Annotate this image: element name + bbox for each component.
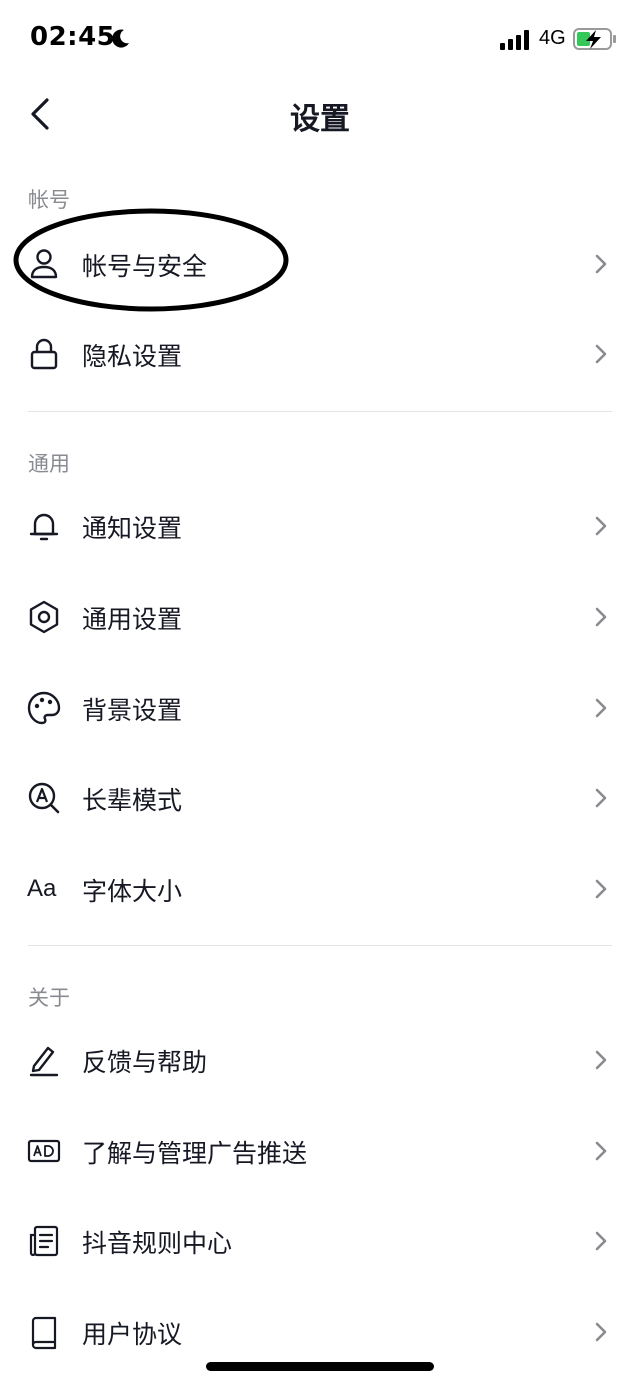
battery-charging-icon xyxy=(573,28,616,50)
settings-item-label: 通知设置 xyxy=(82,514,183,543)
settings-item-font-size[interactable]: Aa 字体大小 xyxy=(0,845,640,933)
section-divider xyxy=(28,945,612,946)
edit-icon xyxy=(29,1046,59,1077)
chevron-right-icon xyxy=(595,879,607,899)
chevron-right-icon xyxy=(595,1322,607,1342)
font-size-icon: Aa xyxy=(27,875,57,902)
signal-icon xyxy=(500,30,529,50)
settings-item-elder-mode[interactable]: 长辈模式 xyxy=(0,754,640,842)
document-icon xyxy=(29,1225,59,1257)
settings-item-label: 用户协议 xyxy=(82,1320,183,1349)
settings-item-label: 长辈模式 xyxy=(82,786,183,815)
palette-icon xyxy=(27,691,61,725)
page-title: 设置 xyxy=(290,102,350,137)
chevron-right-icon xyxy=(595,1050,607,1070)
settings-item-account-security[interactable]: 帐号与安全 xyxy=(0,220,640,308)
bell-icon xyxy=(29,513,59,541)
chevron-right-icon xyxy=(595,607,607,627)
settings-item-rules-center[interactable]: 抖音规则中心 xyxy=(0,1197,640,1285)
chevron-right-icon xyxy=(595,698,607,718)
section-divider xyxy=(28,411,612,412)
settings-item-label: 隐私设置 xyxy=(82,342,183,371)
network-type: 4G xyxy=(539,27,566,49)
chevron-right-icon xyxy=(595,344,607,364)
settings-item-privacy[interactable]: 隐私设置 xyxy=(0,310,640,398)
person-icon xyxy=(30,249,58,279)
home-indicator[interactable] xyxy=(206,1362,434,1371)
nav-header: 设置 xyxy=(0,80,640,150)
chevron-right-icon xyxy=(595,516,607,536)
chevron-right-icon xyxy=(595,1231,607,1251)
elder-mode-icon xyxy=(28,782,60,814)
settings-item-label: 抖音规则中心 xyxy=(82,1229,233,1258)
section-header-general: 通用 xyxy=(28,452,70,476)
settings-item-label: 反馈与帮助 xyxy=(82,1048,208,1077)
status-bar: 02:45 4G xyxy=(0,0,640,80)
chevron-right-icon xyxy=(595,1141,607,1161)
settings-item-notifications[interactable]: 通知设置 xyxy=(0,482,640,570)
chevron-right-icon xyxy=(595,788,607,808)
chevron-right-icon xyxy=(595,254,607,274)
book-icon xyxy=(31,1316,57,1350)
settings-item-label: 背景设置 xyxy=(82,696,183,725)
section-header-about: 关于 xyxy=(28,986,70,1010)
gear-icon xyxy=(29,600,59,634)
settings-item-label: 字体大小 xyxy=(82,877,183,906)
settings-item-feedback[interactable]: 反馈与帮助 xyxy=(0,1016,640,1104)
settings-item-ad-management[interactable]: 了解与管理广告推送 xyxy=(0,1107,640,1195)
moon-icon xyxy=(112,29,129,48)
settings-item-label: 了解与管理广告推送 xyxy=(82,1139,308,1168)
settings-item-label: 通用设置 xyxy=(82,605,183,634)
settings-item-label: 帐号与安全 xyxy=(82,252,208,281)
lock-icon xyxy=(30,338,58,370)
settings-item-general[interactable]: 通用设置 xyxy=(0,573,640,661)
ad-icon xyxy=(27,1139,61,1163)
settings-item-background[interactable]: 背景设置 xyxy=(0,664,640,752)
section-header-account: 帐号 xyxy=(28,188,70,212)
status-time: 02:45 xyxy=(30,22,116,52)
